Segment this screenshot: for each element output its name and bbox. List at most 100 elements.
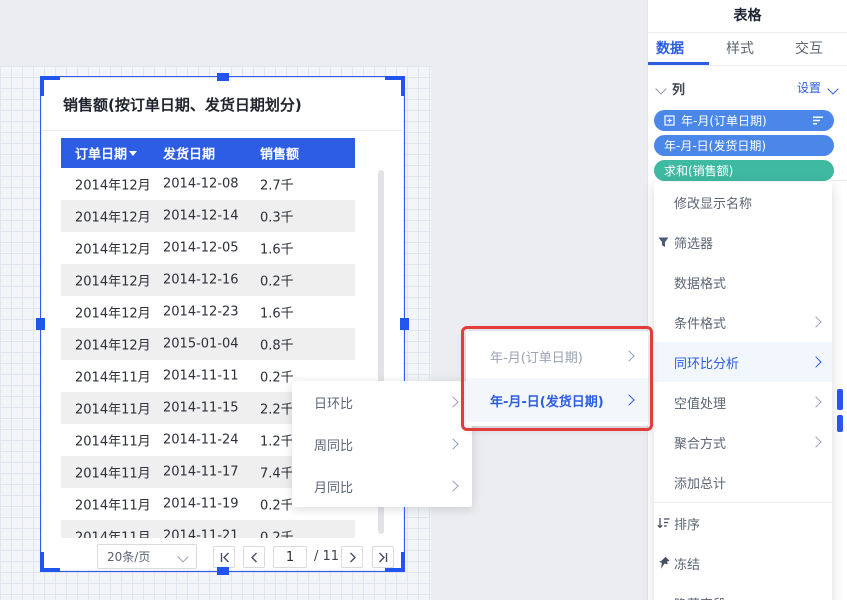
sort-icon <box>656 516 671 531</box>
table-cell[interactable]: 2014-11-19 <box>163 497 239 512</box>
sort-triangle-icon[interactable] <box>129 151 137 156</box>
page-size-select[interactable]: 20条/页 <box>97 544 197 569</box>
chevron-right-icon <box>447 480 458 491</box>
tab-interaction[interactable]: 交互 <box>787 33 831 65</box>
table-cell[interactable]: 2014-11-15 <box>163 401 239 416</box>
table-cell[interactable]: 7.4千 <box>260 463 294 482</box>
page-number-input[interactable]: 1 <box>273 546 307 568</box>
chevron-right-icon <box>810 316 821 327</box>
settings-link[interactable]: 设置 <box>797 79 821 96</box>
table-cell[interactable]: 0.2千 <box>260 367 294 386</box>
table-cell[interactable]: 2.2千 <box>260 399 294 418</box>
chevron-right-icon <box>623 350 634 361</box>
menu-item-period-compare[interactable]: 同环比分析 <box>654 342 832 382</box>
menu-item-sort[interactable]: 排序 <box>654 503 832 543</box>
menu-item-hide-field[interactable]: 隐藏字段 <box>654 583 832 600</box>
table-cell[interactable]: 2014年11月 <box>75 431 151 450</box>
table-row[interactable]: 2014年12月 2014-12-16 0.2千 <box>61 264 355 296</box>
table-cell[interactable]: 2014年12月 <box>75 175 151 194</box>
table-cell[interactable]: 2014-12-08 <box>163 177 239 192</box>
menu-item-conditional-format[interactable]: 条件格式 <box>654 302 832 342</box>
table-cell[interactable]: 2014年11月 <box>75 495 151 514</box>
period-compare-menu: 日环比 周同比 月同比 <box>292 381 472 507</box>
table-cell[interactable]: 2014年11月 <box>75 367 151 386</box>
table-cell[interactable]: 2014年12月 <box>75 335 151 354</box>
sort-lines-icon <box>812 116 824 125</box>
table-cell[interactable]: 1.6千 <box>260 239 294 258</box>
submenu-item-order-date[interactable]: 年-月(订单日期) <box>466 334 648 378</box>
table-cell[interactable]: 2014-11-24 <box>163 433 239 448</box>
filter-icon <box>656 235 671 250</box>
column-header-ship-date[interactable]: 发货日期 <box>163 144 215 163</box>
field-pill-order-date[interactable]: 年-月(订单日期) <box>654 110 834 131</box>
menu-item-data-format[interactable]: 数据格式 <box>654 262 832 302</box>
table-row[interactable]: 2014年12月 2014-12-23 1.6千 <box>61 296 355 328</box>
app-root: 销售额(按订单日期、发货日期划分) 订单日期 发货日期 销售额 2014年12月… <box>0 0 847 600</box>
next-page-button[interactable] <box>341 546 363 568</box>
table-cell[interactable]: 2014年12月 <box>75 271 151 290</box>
chevron-right-icon <box>623 394 634 405</box>
menu-item-rename[interactable]: 修改显示名称 <box>654 182 832 222</box>
menu-item-add-total[interactable]: 添加总计 <box>654 462 832 502</box>
table-row[interactable]: 2014年11月 2014-11-21 0.2千 <box>61 520 355 538</box>
table-cell[interactable]: 0.8千 <box>260 335 294 354</box>
table-cell[interactable]: 2014年11月 <box>75 399 151 418</box>
table-cell[interactable]: 2015-01-04 <box>163 337 239 352</box>
table-cell[interactable]: 2014-12-14 <box>163 209 239 224</box>
menu-item-aggregation[interactable]: 聚合方式 <box>654 422 832 462</box>
last-page-icon <box>377 551 390 564</box>
pill-label: 年-月-日(发货日期) <box>664 137 766 154</box>
menu-item-freeze[interactable]: 冻结 <box>654 543 832 583</box>
table-cell[interactable]: 2014年11月 <box>75 463 151 482</box>
table-cell[interactable]: 2014年12月 <box>75 207 151 226</box>
chevron-right-icon <box>447 438 458 449</box>
collapse-chevron-icon[interactable] <box>655 83 666 94</box>
pin-icon <box>656 556 671 571</box>
columns-section-label: 列 <box>672 79 685 98</box>
widget-title: 销售额(按订单日期、发货日期划分) <box>63 94 302 115</box>
table-row[interactable]: 2014年12月 2014-12-14 0.3千 <box>61 200 355 232</box>
table-cell[interactable]: 2014年12月 <box>75 303 151 322</box>
menu-item-month-over-month[interactable]: 月同比 <box>292 465 472 507</box>
pill-label: 年-月(订单日期) <box>681 112 767 129</box>
menu-item-day-over-day[interactable]: 日环比 <box>292 381 472 423</box>
menu-item-week-over-week[interactable]: 周同比 <box>292 423 472 465</box>
sidebar-tabs: 数据 样式 交互 <box>648 33 847 66</box>
pill-fragment-behind-menu <box>837 389 843 410</box>
settings-chevron-icon[interactable] <box>827 83 838 94</box>
table-cell[interactable]: 1.2千 <box>260 431 294 450</box>
table-cell[interactable]: 2014年12月 <box>75 239 151 258</box>
field-pill-sales-sum[interactable]: 求和(销售额) <box>654 160 834 181</box>
table-cell[interactable]: 0.3千 <box>260 207 294 226</box>
tab-style[interactable]: 样式 <box>718 33 762 65</box>
table-cell[interactable]: 0.2千 <box>260 271 294 290</box>
last-page-button[interactable] <box>372 546 394 568</box>
column-header-order-date[interactable]: 订单日期 <box>75 144 127 163</box>
table-row[interactable]: 2014年12月 2014-12-05 1.6千 <box>61 232 355 264</box>
chevron-right-icon <box>810 436 821 447</box>
tab-data[interactable]: 数据 <box>648 33 692 65</box>
table-cell[interactable]: 2014-12-05 <box>163 241 239 256</box>
table-cell[interactable]: 2014-12-16 <box>163 273 239 288</box>
table-row[interactable]: 2014年12月 2015-01-04 0.8千 <box>61 328 355 360</box>
table-cell[interactable]: 0.2千 <box>260 495 294 514</box>
table-cell[interactable]: 2014-11-21 <box>163 529 239 539</box>
field-pill-ship-date[interactable]: 年-月-日(发货日期) <box>654 135 834 156</box>
total-pages-label: / 11 <box>314 549 339 564</box>
column-header-sales[interactable]: 销售额 <box>260 144 299 163</box>
table-cell[interactable]: 2014-12-23 <box>163 305 239 320</box>
sidebar-title: 表格 <box>648 0 847 33</box>
menu-item-filter[interactable]: 筛选器 <box>654 222 832 262</box>
table-cell[interactable]: 2014年11月 <box>75 527 151 539</box>
submenu-item-ship-date[interactable]: 年-月-日(发货日期) <box>466 378 648 422</box>
table-row[interactable]: 2014年12月 2014-12-08 2.7千 <box>61 168 355 200</box>
table-cell[interactable]: 2014-11-11 <box>163 369 239 384</box>
section-divider <box>832 180 847 181</box>
table-cell[interactable]: 2014-11-17 <box>163 465 239 480</box>
table-cell[interactable]: 1.6千 <box>260 303 294 322</box>
first-page-button[interactable] <box>213 546 235 568</box>
table-cell[interactable]: 2.7千 <box>260 175 294 194</box>
prev-page-button[interactable] <box>243 546 265 568</box>
menu-item-null-handling[interactable]: 空值处理 <box>654 382 832 422</box>
table-cell[interactable]: 0.2千 <box>260 527 294 539</box>
